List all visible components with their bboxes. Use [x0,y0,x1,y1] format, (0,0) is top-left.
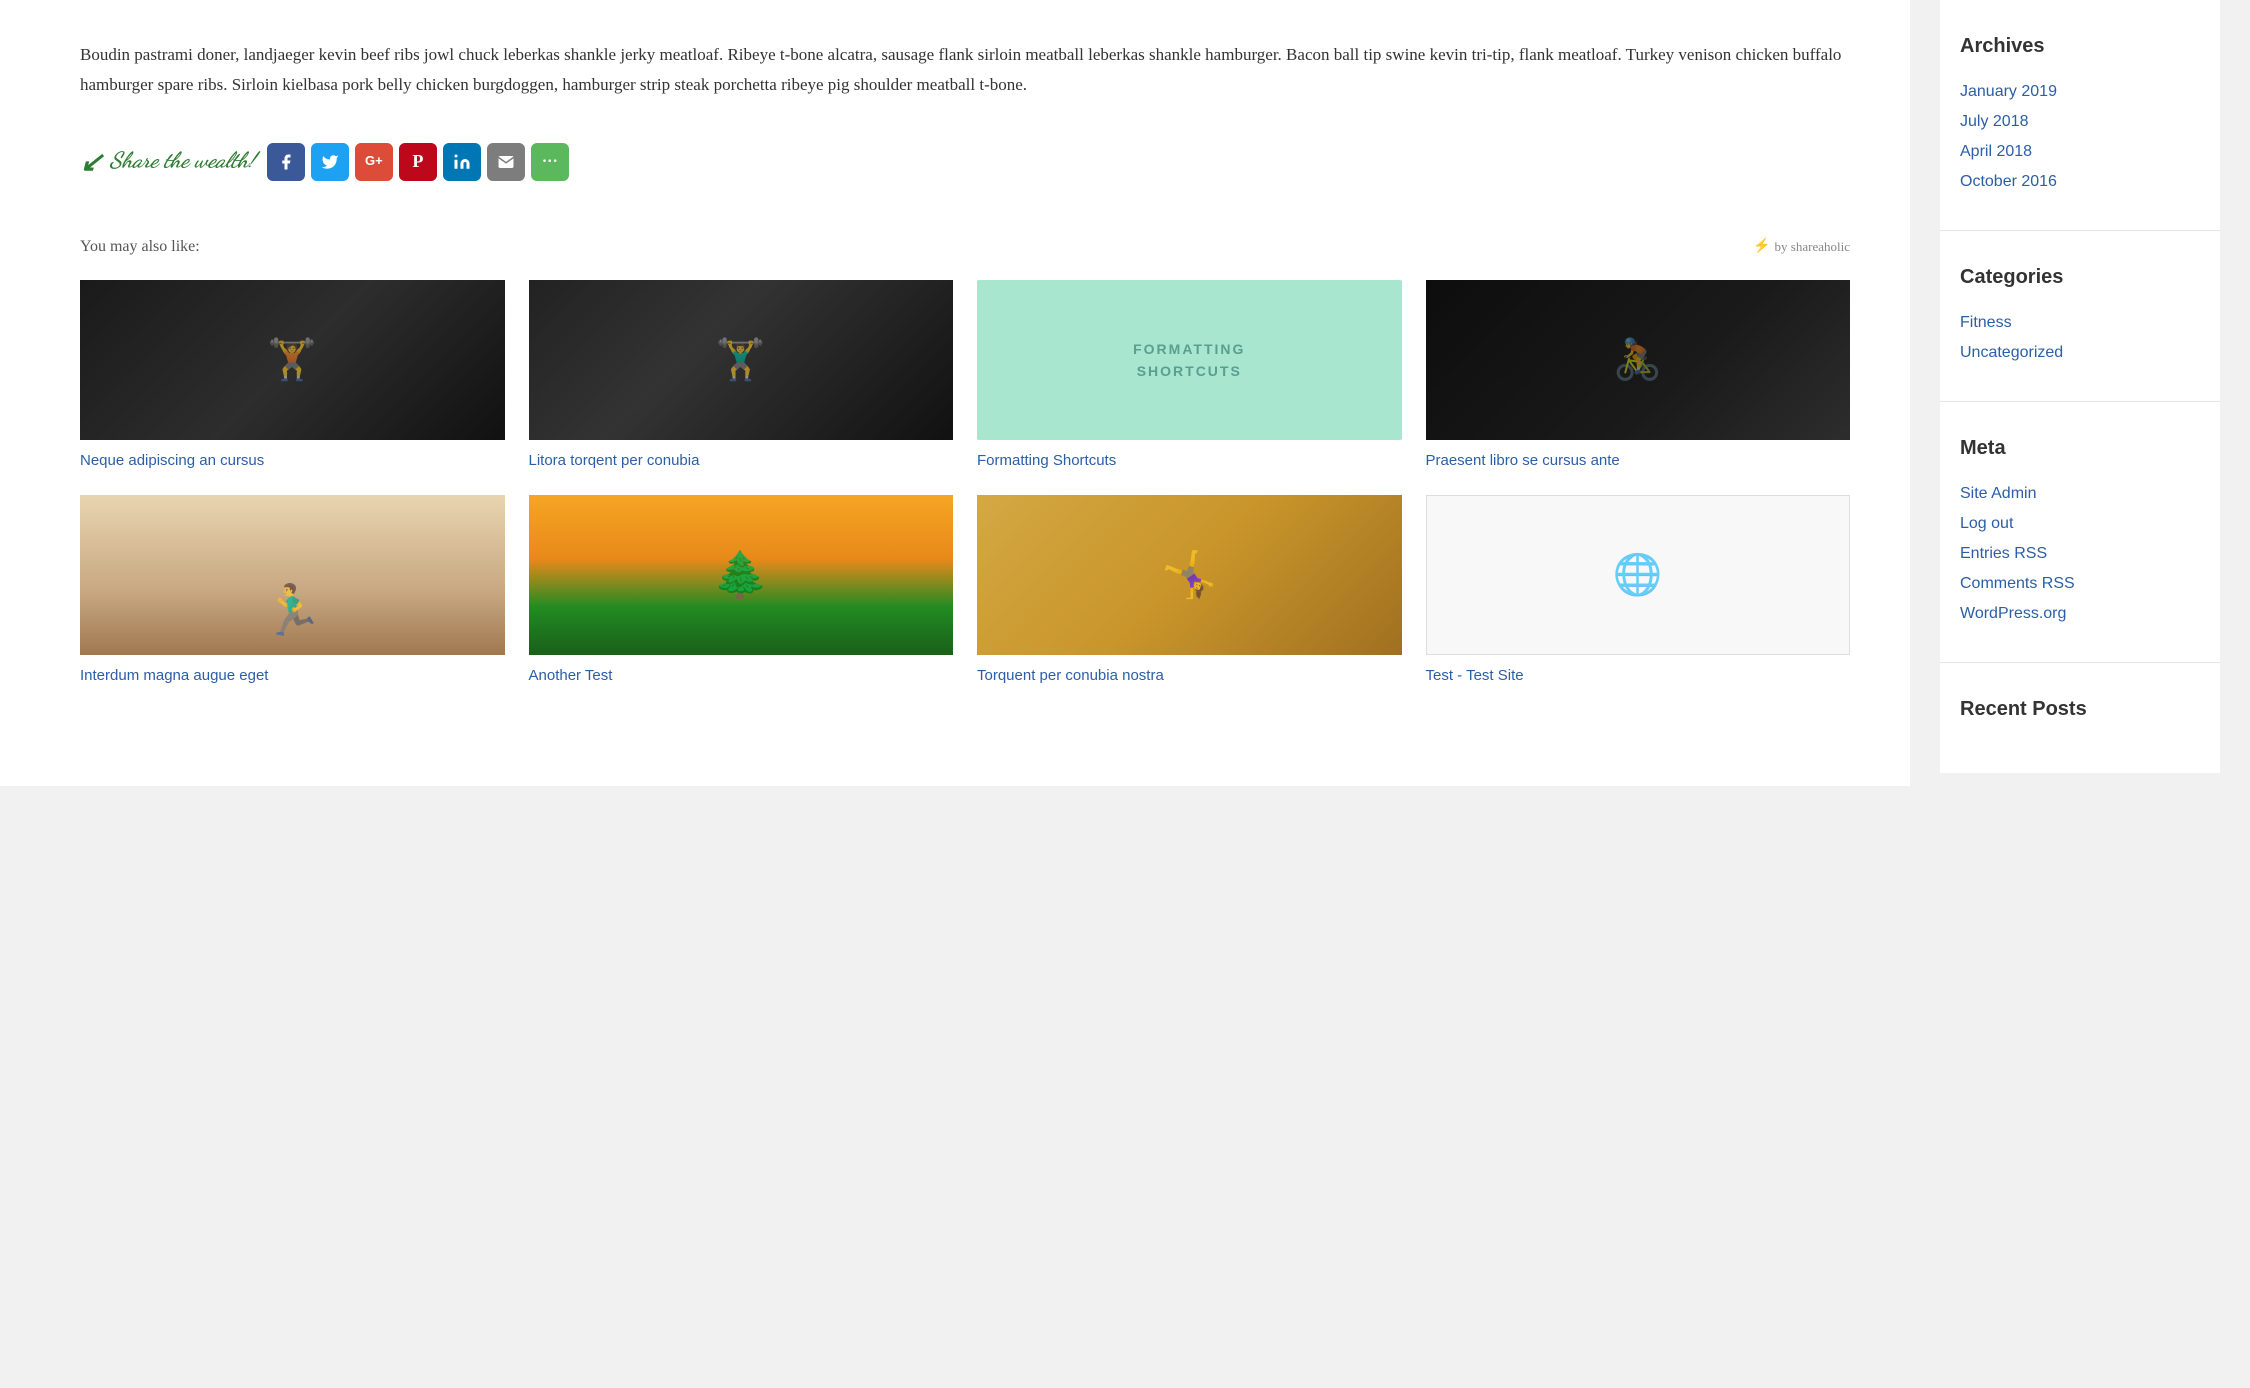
related-item-title: Interdum magna augue eget [80,665,505,686]
related-item-link[interactable]: Torquent per conubia nostra [977,667,1164,684]
related-item[interactable]: Litora torqent per conubia [529,280,954,471]
categories-heading: Categories [1960,261,2200,293]
related-item-link[interactable]: Formatting Shortcuts [977,452,1116,469]
article-body: Boudin pastrami doner, landjaeger kevin … [80,40,1850,100]
related-item-link[interactable]: Litora torqent per conubia [529,452,700,469]
share-pinterest-button[interactable]: P [399,143,437,181]
shareaholic-credit: ⚡ by shareaholic [1753,236,1850,258]
archive-link-jul2018[interactable]: July 2018 [1960,110,2200,134]
related-header: You may also like: ⚡ by shareaholic [80,234,1850,260]
related-item-image [1426,280,1851,440]
related-item[interactable]: Interdum magna augue eget [80,495,505,686]
related-item[interactable]: Praesent libro se cursus ante [1426,280,1851,471]
related-item-image [1426,495,1851,655]
share-email-button[interactable] [487,143,525,181]
share-section: ↙ Share the wealth! G+ P [80,140,1850,185]
related-item[interactable]: Another Test [529,495,954,686]
related-item-image [529,280,954,440]
main-content: Boudin pastrami doner, landjaeger kevin … [0,0,1910,786]
related-item-title: Neque adipiscing an cursus [80,450,505,471]
category-link-uncategorized[interactable]: Uncategorized [1960,341,2200,365]
share-googleplus-button[interactable]: G+ [355,143,393,181]
related-grid: Neque adipiscing an cursus Litora torqen… [80,280,1850,686]
meta-link-wordpress[interactable]: WordPress.org [1960,602,2200,626]
sidebar-archives: Archives January 2019 July 2018 April 20… [1940,0,2220,231]
related-item[interactable]: Torquent per conubia nostra [977,495,1402,686]
share-label: ↙ Share the wealth! [80,140,255,185]
share-facebook-button[interactable] [267,143,305,181]
share-more-button[interactable]: ··· [531,143,569,181]
recent-posts-heading: Recent Posts [1960,693,2200,725]
page-wrapper: Boudin pastrami doner, landjaeger kevin … [0,0,2250,786]
share-arrow-icon: ↙ [80,140,103,185]
share-icons: G+ P ··· [267,143,569,181]
related-item-link[interactable]: Test - Test Site [1426,667,1524,684]
share-twitter-button[interactable] [311,143,349,181]
related-item-image [529,495,954,655]
share-linkedin-button[interactable] [443,143,481,181]
related-item-link[interactable]: Praesent libro se cursus ante [1426,452,1620,469]
sidebar-meta: Meta Site Admin Log out Entries RSS Comm… [1940,402,2220,663]
related-item[interactable]: Test - Test Site [1426,495,1851,686]
related-item-title: Praesent libro se cursus ante [1426,450,1851,471]
sidebar-categories: Categories Fitness Uncategorized [1940,231,2220,402]
related-item-title: Formatting Shortcuts [977,450,1402,471]
related-item-image [80,280,505,440]
meta-link-site-admin[interactable]: Site Admin [1960,482,2200,506]
related-item-image [977,495,1402,655]
related-item-image: FORMATTING SHORTCUTS [977,280,1402,440]
related-item-link[interactable]: Another Test [529,667,613,684]
archive-link-apr2018[interactable]: April 2018 [1960,140,2200,164]
meta-heading: Meta [1960,432,2200,464]
related-item-link[interactable]: Interdum magna augue eget [80,667,268,684]
meta-link-comments-rss[interactable]: Comments RSS [1960,572,2200,596]
bolt-icon: ⚡ [1753,236,1770,258]
archive-link-oct2016[interactable]: October 2016 [1960,170,2200,194]
archive-link-jan2019[interactable]: January 2019 [1960,80,2200,104]
related-item[interactable]: FORMATTING SHORTCUTS Formatting Shortcut… [977,280,1402,471]
related-label: You may also like: [80,234,200,260]
meta-link-logout[interactable]: Log out [1960,512,2200,536]
related-item[interactable]: Neque adipiscing an cursus [80,280,505,471]
related-item-title: Litora torqent per conubia [529,450,954,471]
related-item-title: Another Test [529,665,954,686]
archives-heading: Archives [1960,30,2200,62]
related-item-link[interactable]: Neque adipiscing an cursus [80,452,264,469]
related-item-title: Test - Test Site [1426,665,1851,686]
related-item-title: Torquent per conubia nostra [977,665,1402,686]
meta-link-entries-rss[interactable]: Entries RSS [1960,542,2200,566]
category-link-fitness[interactable]: Fitness [1960,311,2200,335]
sidebar-recent-posts: Recent Posts [1940,663,2220,773]
sidebar: Archives January 2019 July 2018 April 20… [1910,0,2250,786]
related-item-image [80,495,505,655]
